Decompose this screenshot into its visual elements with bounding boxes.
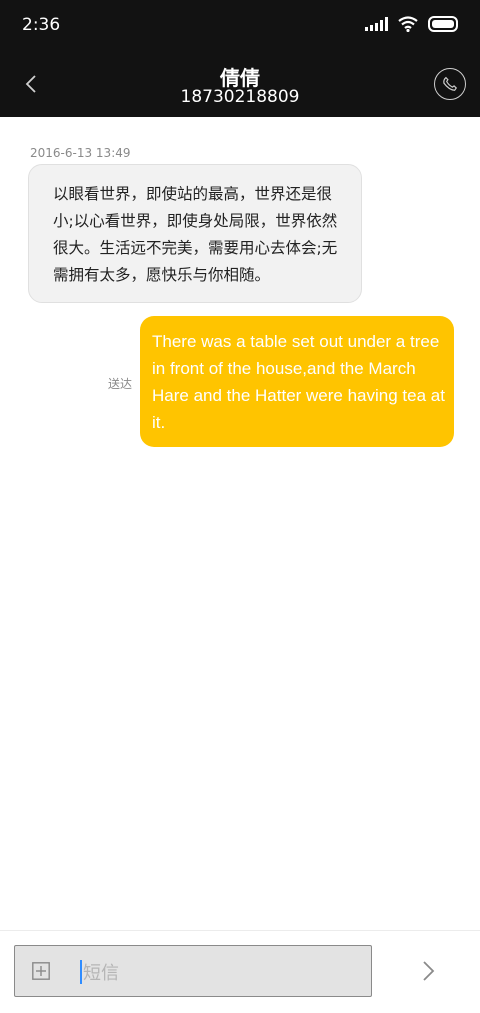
phone-icon [443,76,458,91]
composer-bar [0,930,480,1013]
incoming-message-bubble[interactable]: 以眼看世界，即使站的最高，世界还是很小;以心看世界，即使身处局限，世界依然很大。… [28,164,362,303]
signal-icon [365,17,388,31]
plus-square-icon[interactable] [32,962,50,980]
wifi-icon [398,16,418,32]
delivery-status: 送达 [108,377,133,391]
status-icons [365,16,458,32]
send-button[interactable] [416,959,440,983]
incoming-message-text: 以眼看世界，即使站的最高，世界还是很小;以心看世界，即使身处局限，世界依然很大。… [53,185,338,284]
status-time: 2:36 [22,15,61,35]
battery-icon [428,16,458,32]
messaging-screen: 2:36 倩倩 18730218809 2016-6-13 13:49 以眼看世… [0,0,480,1013]
chevron-right-icon [423,961,435,981]
contact-number: 18730218809 [180,87,300,107]
message-timestamp: 2016-6-13 13:49 [30,146,131,160]
conversation-header: 倩倩 18730218809 [0,52,480,117]
status-bar: 2:36 [0,0,480,52]
message-input-box[interactable] [14,945,372,997]
outgoing-message-bubble[interactable]: There was a table set out under a tree i… [140,316,454,447]
sms-input[interactable] [81,958,345,988]
outgoing-message-text: There was a table set out under a tree i… [152,332,445,432]
call-button[interactable] [434,68,466,100]
